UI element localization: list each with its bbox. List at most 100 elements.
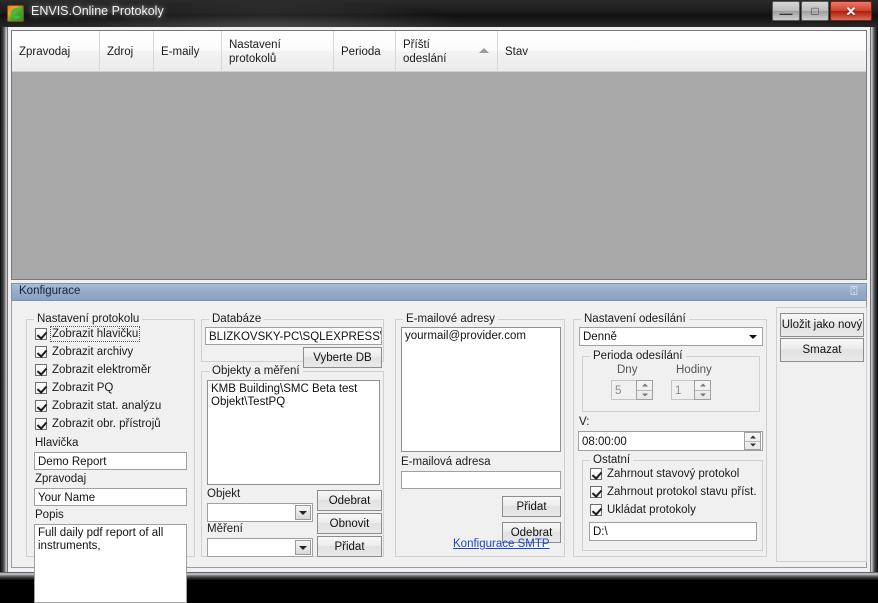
checkbox-label: Zobrazit PQ <box>52 382 114 394</box>
pin-icon[interactable]: ⍠ <box>849 285 859 298</box>
checkbox-zobrazit-archivy[interactable]: Zobrazit archivy <box>35 346 133 358</box>
objects-remove-button[interactable]: Odebrat <box>317 490 382 511</box>
stepper-up-icon[interactable] <box>695 381 710 390</box>
checkbox-zobrazit-elektromer[interactable]: Zobrazit elektroměr <box>35 364 151 376</box>
checkbox-zahrnout-stavovy-protokol[interactable]: Zahrnout stavový protokol <box>590 468 739 480</box>
grid-column-emaily[interactable]: E-maily <box>154 31 222 72</box>
grid-column-label: Perioda <box>341 45 381 58</box>
grid-column-stav[interactable]: Stav <box>498 31 866 72</box>
objects-measurements-title: Objekty a měření <box>209 365 303 377</box>
window-border-left <box>0 0 8 580</box>
hours-stepper[interactable] <box>694 380 711 400</box>
protocol-settings-title: Nastavení protokolu <box>34 313 143 325</box>
checkbox-ukladat-protokoly[interactable]: Ukládat protokoly <box>590 504 696 516</box>
header-input[interactable]: Demo Report <box>34 452 187 470</box>
sending-period-title: Perioda odesílání <box>590 350 686 362</box>
sending-settings-title: Nastavení odesílání <box>581 313 689 325</box>
title-bar: ENVIS.Online Protokoly — □ ✕ <box>0 0 878 27</box>
frequency-value: Denně <box>583 330 617 343</box>
close-icon: ✕ <box>845 4 857 19</box>
description-textarea[interactable]: Full daily pdf report of all instruments… <box>34 524 187 603</box>
grid-column-pristi-odeslani[interactable]: Příští odeslání <box>396 31 498 72</box>
checkbox-zobrazit-obr-pristroju[interactable]: Zobrazit obr. přístrojů <box>35 418 161 430</box>
checkbox-label: Zobrazit elektroměr <box>52 364 152 376</box>
grid-column-label: Zpravodaj <box>19 45 71 58</box>
checkbox-icon <box>590 486 602 498</box>
client-area: Zpravodaj Zdroj E-maily Nastavení protok… <box>8 27 870 603</box>
checkbox-label: Zahrnout protokol stavu příst. <box>607 486 757 498</box>
checkbox-label: Zobrazit stat. analýzu <box>52 400 162 412</box>
chevron-down-icon[interactable] <box>748 329 758 344</box>
save-as-new-button[interactable]: Uložit jako nový <box>780 313 864 337</box>
grid-header-row: Zpravodaj Zdroj E-maily Nastavení protok… <box>12 31 866 72</box>
object-combobox[interactable] <box>207 503 313 522</box>
checkbox-label: Zahrnout stavový protokol <box>607 468 740 480</box>
grid-column-zpravodaj[interactable]: Zpravodaj <box>12 31 100 72</box>
chevron-down-icon[interactable] <box>295 505 311 520</box>
email-address-label: E-mailová adresa <box>401 456 491 468</box>
configuration-tab[interactable]: Konfigurace ⍠ <box>11 283 867 300</box>
send-at-time-stepper[interactable] <box>744 432 761 450</box>
minimize-icon: — <box>779 6 793 21</box>
database-connection-input[interactable]: BLIZKOVSKY-PC\SQLEXPRESS\SM <box>205 327 382 345</box>
database-group: Databáze BLIZKOVSKY-PC\SQLEXPRESS\SM Vyb… <box>201 313 384 368</box>
protocols-grid: Zpravodaj Zdroj E-maily Nastavení protok… <box>11 30 867 280</box>
list-item[interactable]: yourmail@provider.com <box>405 330 557 343</box>
checkbox-icon <box>35 418 47 430</box>
grid-column-perioda[interactable]: Perioda <box>334 31 396 72</box>
list-item[interactable]: KMB Building\SMC Beta test <box>211 383 376 396</box>
checkbox-icon <box>35 328 47 340</box>
select-db-button[interactable]: Vyberte DB <box>303 347 382 368</box>
reporter-field-label: Zpravodaj <box>35 473 87 485</box>
days-label: Dny <box>617 364 638 376</box>
objects-add-button[interactable]: Přidat <box>317 536 382 557</box>
close-button[interactable]: ✕ <box>830 1 872 21</box>
objects-refresh-button[interactable]: Obnovit <box>317 513 382 534</box>
email-listbox[interactable]: yourmail@provider.com <box>401 327 561 452</box>
list-item[interactable]: Objekt\TestPQ <box>211 396 376 409</box>
grid-column-nastaveni-protokolu[interactable]: Nastavení protokolů <box>222 31 334 72</box>
stepper-down-icon[interactable] <box>637 391 652 400</box>
delete-button[interactable]: Smazat <box>780 338 864 362</box>
grid-column-label: Zdroj <box>107 45 134 58</box>
checkbox-icon <box>590 504 602 516</box>
grid-rows-area[interactable] <box>12 73 866 279</box>
checkbox-zahrnout-protokol-stavu-prist[interactable]: Zahrnout protokol stavu příst. <box>590 486 757 498</box>
smtp-configuration-link[interactable]: Konfigurace SMTP <box>453 538 550 550</box>
measurement-label: Měření <box>207 523 243 535</box>
protocol-path-input[interactable]: D:\ <box>589 522 757 541</box>
window-border-right <box>870 0 878 580</box>
email-add-button[interactable]: Přidat <box>502 496 561 517</box>
objects-listbox[interactable]: KMB Building\SMC Beta test Objekt\TestPQ <box>207 380 380 485</box>
minimize-button[interactable]: — <box>772 1 800 21</box>
grid-column-label: E-maily <box>161 45 200 58</box>
reporter-input[interactable]: Your Name <box>34 488 187 506</box>
sending-period-group: Perioda odesílání Dny 5 Hodiny 1 <box>582 350 760 412</box>
checkbox-label: Zobrazit archivy <box>52 346 134 358</box>
grid-column-label: Příští odeslání <box>403 39 447 65</box>
checkbox-icon <box>35 346 47 358</box>
checkbox-zobrazit-hlavicku[interactable]: Zobrazit hlavičku <box>35 326 141 342</box>
objects-measurements-group: Objekty a měření KMB Building\SMC Beta t… <box>201 365 384 557</box>
window-title: ENVIS.Online Protokoly <box>31 4 164 18</box>
grid-column-zdroj[interactable]: Zdroj <box>100 31 154 72</box>
email-addresses-title: E-mailové adresy <box>403 313 498 325</box>
email-address-input[interactable] <box>401 471 561 489</box>
stepper-up-icon[interactable] <box>637 381 652 390</box>
stepper-up-icon[interactable] <box>745 433 760 441</box>
header-field-label: Hlavička <box>35 437 79 449</box>
sending-settings-group: Nastavení odesílání Denně Perioda odesíl… <box>573 313 767 557</box>
stepper-down-icon[interactable] <box>695 391 710 400</box>
maximize-button[interactable]: □ <box>801 1 829 21</box>
send-at-time-input[interactable]: 08:00:00 <box>578 431 763 451</box>
checkbox-zobrazit-pq[interactable]: Zobrazit PQ <box>35 382 113 394</box>
stepper-down-icon[interactable] <box>745 442 760 450</box>
actions-panel: Uložit jako nový Smazat <box>776 307 867 562</box>
days-stepper[interactable] <box>636 380 653 400</box>
checkbox-label: Zobrazit hlavičku <box>49 326 141 342</box>
sort-ascending-icon <box>479 48 489 53</box>
checkbox-zobrazit-stat-analyzu[interactable]: Zobrazit stat. analýzu <box>35 400 161 412</box>
measurement-combobox[interactable] <box>207 538 313 557</box>
chevron-down-icon[interactable] <box>295 540 311 555</box>
frequency-combobox[interactable]: Denně <box>579 327 763 346</box>
